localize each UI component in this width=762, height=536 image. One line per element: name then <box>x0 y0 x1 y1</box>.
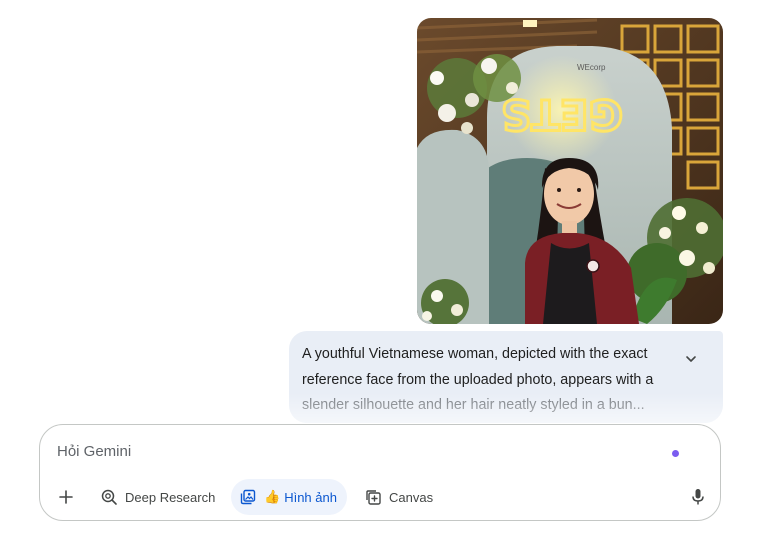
deep-research-label: Deep Research <box>125 489 216 505</box>
chevron-down-icon <box>686 356 696 362</box>
prompt-line: A youthful Vietnamese woman, depicted wi… <box>302 346 648 362</box>
deep-research-icon <box>101 489 117 505</box>
canvas-label: Canvas <box>389 489 434 505</box>
image-gallery-icon <box>240 489 256 505</box>
plus-icon <box>59 490 73 504</box>
uploaded-photo[interactable]: GETS WEcorp <box>417 18 723 324</box>
microphone-icon <box>692 489 704 505</box>
photo-illustration: GETS WEcorp <box>417 18 723 324</box>
image-tool-label: Hình ảnh <box>284 489 337 505</box>
canvas-icon <box>366 489 381 505</box>
image-tool-chip[interactable]: 👍 Hình ảnh <box>231 479 347 515</box>
prompt-text: A youthful Vietnamese woman, depicted wi… <box>302 342 674 419</box>
prompt-line: slender silhouette and her hair neatly s… <box>302 397 645 414</box>
svg-text:WEcorp: WEcorp <box>577 63 606 72</box>
user-prompt-bubble: A youthful Vietnamese woman, depicted wi… <box>289 331 723 423</box>
canvas-button[interactable]: Canvas <box>361 479 437 515</box>
deep-research-button[interactable]: Deep Research <box>96 479 219 515</box>
prompt-input[interactable] <box>57 440 637 462</box>
thumbs-up-emoji: 👍 <box>264 489 281 504</box>
expand-prompt-button[interactable] <box>679 347 703 371</box>
microphone-button[interactable] <box>686 479 710 515</box>
add-button[interactable] <box>53 479 79 515</box>
prompt-input-box: Deep Research 👍 Hình ảnh Canvas <box>39 424 721 521</box>
input-toolbar: Deep Research 👍 Hình ảnh Canvas <box>40 479 720 515</box>
prompt-line: reference face from the uploaded photo, … <box>302 371 654 388</box>
svg-text:GETS: GETS <box>501 90 623 139</box>
status-dot <box>672 450 679 457</box>
